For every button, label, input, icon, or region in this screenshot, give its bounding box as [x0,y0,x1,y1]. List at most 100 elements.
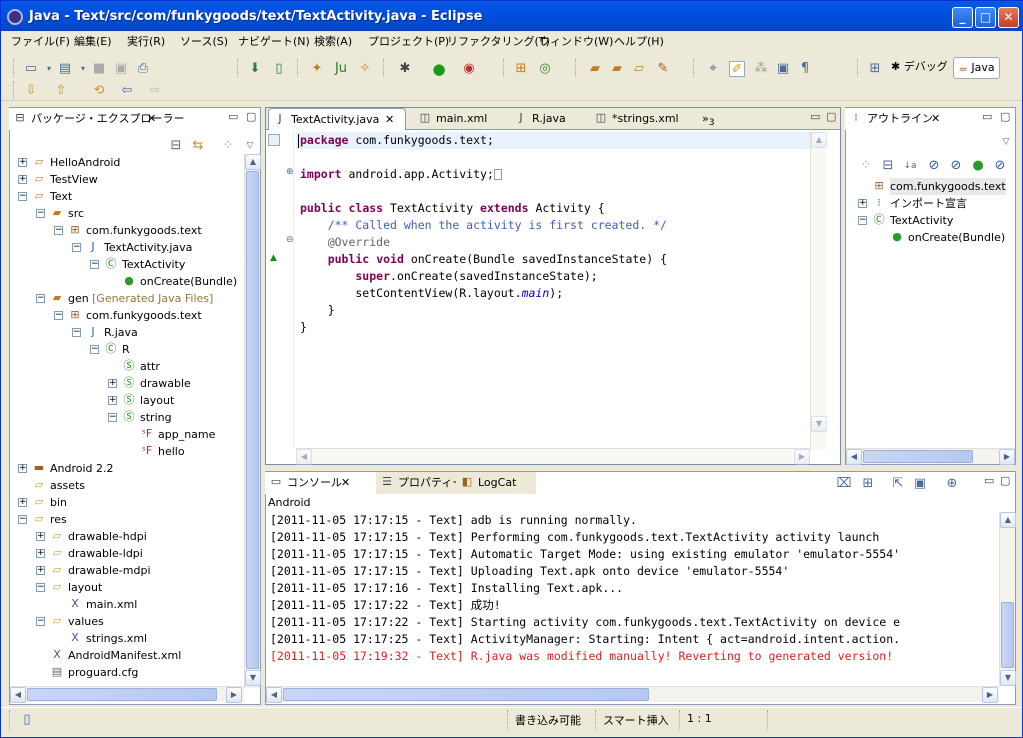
outline-item[interactable]: + ⁝ インポート宣言 [846,195,1015,212]
explorer-item[interactable]: − ▱ Text [10,188,244,205]
back-icon[interactable]: ⇦ [119,83,135,99]
forward-icon[interactable]: ⇨ [147,83,163,99]
pin-console-icon[interactable]: ⇱ [890,476,906,492]
menu-help[interactable]: ヘルプ(H) [614,33,664,49]
new-class-icon[interactable]: ▤ [57,61,73,77]
collapse-icon[interactable]: − [90,345,99,354]
scroll-up-button[interactable]: ▲ [245,154,261,170]
explorer-item[interactable]: − ⊞ com.funkygoods.text [10,307,244,324]
explorer-item[interactable]: + ▱ HelloAndroid [10,154,244,171]
explorer-item[interactable]: + ▱ TestView [10,171,244,188]
expand-icon[interactable]: + [18,158,27,167]
scroll-right-button[interactable]: ▶ [226,687,242,703]
show-whitespace-icon[interactable]: ▣ [775,61,791,77]
save-all-icon[interactable]: ▣ [113,61,129,77]
scroll-thumb[interactable] [27,688,217,701]
explorer-item[interactable]: + ▱ drawable-hdpi [10,528,244,545]
scroll-left-button[interactable]: ◀ [296,449,312,465]
perspective-debug[interactable]: ✱ デバッグ [887,57,952,79]
hide-local-types-icon[interactable]: ⊘ [992,158,1008,174]
scroll-down-button[interactable]: ▼ [245,670,261,686]
menu-source[interactable]: ソース(S) [180,33,228,49]
menu-project[interactable]: プロジェクト(P) [368,33,449,49]
sort-icon[interactable]: ↓a [902,158,918,174]
open-perspective-icon[interactable]: ⊞ [867,61,883,77]
explorer-item[interactable]: + ▱ drawable-ldpi [10,545,244,562]
collapse-icon[interactable]: − [90,260,99,269]
editor-horizontal-scrollbar[interactable]: ◀ ▶ [296,448,810,465]
print-icon[interactable]: ⎙ [135,61,151,77]
close-icon[interactable]: ✕ [341,472,350,493]
toggle-breadcrumb-icon[interactable]: ⌖ [705,61,721,77]
scroll-down-button[interactable]: ▼ [1000,670,1016,686]
run-icon[interactable]: ● [431,61,447,77]
explorer-item[interactable]: − ▱ layout [10,579,244,596]
view-menu-icon[interactable]: ▽ [998,134,1014,150]
scroll-left-button[interactable]: ◀ [10,687,26,703]
collapse-icon[interactable]: − [72,328,81,337]
explorer-item[interactable]: ˢF hello [10,443,244,460]
new-junit-icon[interactable]: Ju [333,61,349,77]
expand-icon[interactable]: + [36,549,45,558]
menu-run[interactable]: 実行(R) [127,33,165,49]
scroll-thumb[interactable] [246,171,259,669]
last-edit-icon[interactable]: ⟲ [91,83,107,99]
close-icon[interactable]: ✕ [385,109,394,130]
explorer-item[interactable]: ▤ proguard.cfg [10,664,244,681]
filter-icon[interactable]: ⁘ [220,138,236,154]
scroll-left-button[interactable]: ◀ [266,687,282,703]
outline-item[interactable]: ● onCreate(Bundle) [846,229,1015,246]
outline-item[interactable]: ⊞ com.funkygoods.text [846,178,1015,195]
code-area[interactable]: package com.funkygoods.text; import andr… [296,132,824,448]
explorer-item[interactable]: ˢF app_name [10,426,244,443]
view-menu-icon[interactable]: ▽ [242,138,258,154]
expand-icon[interactable]: + [18,498,27,507]
explorer-item[interactable]: − ▱ values [10,613,244,630]
next-annotation-icon[interactable]: ⇩ [23,83,39,99]
maximize-view-icon[interactable]: ▢ [826,110,836,123]
collapse-icon[interactable]: − [858,216,867,225]
external-tools-icon[interactable]: ◉ [461,61,477,77]
explorer-item[interactable]: ▱ assets [10,477,244,494]
link-with-editor-icon[interactable]: ⇆ [190,138,206,154]
block-selection-icon[interactable]: ⁂ [753,61,769,77]
explorer-item[interactable]: − ▰ src [10,205,244,222]
menu-window[interactable]: ウィンドウ(W) [539,33,613,49]
collapse-icon[interactable]: − [36,209,45,218]
explorer-item[interactable]: X AndroidManifest.xml [10,647,244,664]
close-icon[interactable]: ✕ [931,108,940,129]
collapse-icon[interactable]: − [18,192,27,201]
collapse-all-icon[interactable]: ⊟ [168,138,184,154]
hide-static-icon[interactable]: ⊘ [926,158,942,174]
public-member-icon[interactable]: ● [970,158,986,174]
maximize-view-icon[interactable]: ▢ [1000,474,1010,487]
explorer-item[interactable]: Ⓢattr [10,358,244,375]
open-folder-icon[interactable]: ▰ [587,61,603,77]
display-console-icon[interactable]: ▣ [912,476,928,492]
scroll-up-button[interactable]: ▲ [811,132,827,148]
tab-outline[interactable]: ⁝ アウトライン ✕ [845,108,945,130]
clear-console-icon[interactable]: ⌧ [836,476,852,492]
maximize-view-icon[interactable]: ▢ [1000,110,1010,123]
tab-console[interactable]: ▭ コンソール ✕ [265,472,375,494]
tab-textactivity-java[interactable]: J TextActivity.java ✕ [268,108,406,130]
explorer-item[interactable]: + Ⓢlayout [10,392,244,409]
paragraph-icon[interactable]: ¶ [797,61,813,77]
scroll-down-button[interactable]: ▼ [811,416,827,432]
explorer-item[interactable]: + ▱ drawable-mdpi [10,562,244,579]
expand-icon[interactable]: + [108,396,117,405]
explorer-item[interactable]: − Ⓒ R [10,341,244,358]
tab-main-xml[interactable]: ◫ main.xml [414,108,504,130]
tab-overflow[interactable]: »3 [698,108,722,130]
scroll-thumb[interactable] [863,450,973,463]
collapse-icon[interactable]: − [36,617,45,626]
explorer-item[interactable]: + Ⓢdrawable [10,375,244,392]
new-xml-icon[interactable]: ✧ [357,61,373,77]
menu-file[interactable]: ファイル(F) [11,33,70,49]
menu-search[interactable]: 検索(A) [314,33,352,49]
explorer-item[interactable]: − ⊞ com.funkygoods.text [10,222,244,239]
previous-annotation-icon[interactable]: ⇧ [53,83,69,99]
explorer-item[interactable]: − J TextActivity.java [10,239,244,256]
search-icon[interactable]: ✎ [655,61,671,77]
fold-collapse-icon[interactable]: ⊖ [286,235,294,245]
